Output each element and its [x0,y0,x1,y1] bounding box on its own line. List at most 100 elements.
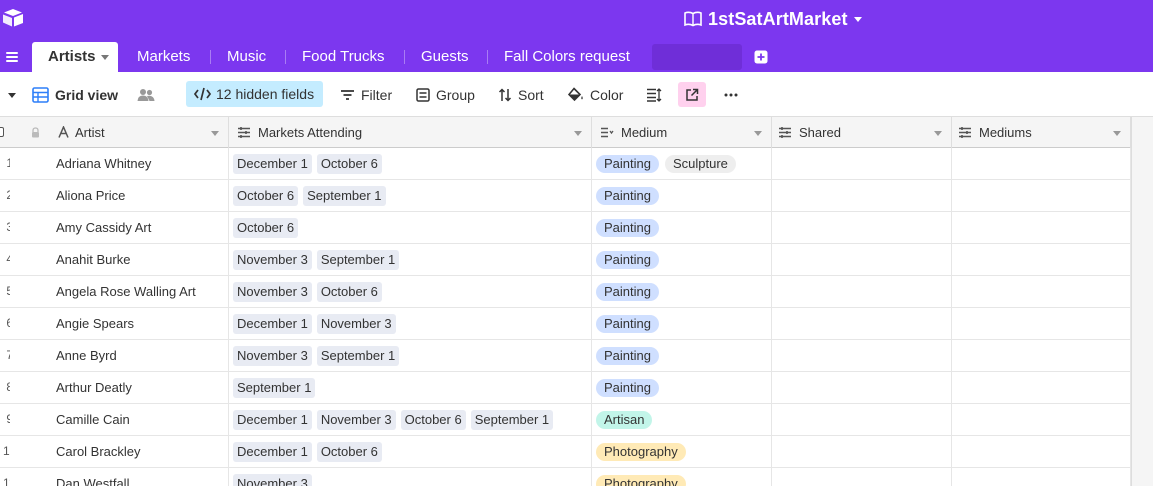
artist-cell[interactable]: Camille Cain [0,404,229,435]
color-button[interactable]: Color [568,72,623,117]
share-view-button[interactable] [678,82,706,107]
linked-record-chip[interactable]: November 3 [316,313,396,334]
shared-cell[interactable] [772,404,952,435]
linked-record-chip[interactable]: December 1 [233,153,312,174]
add-table-icon[interactable] [754,50,768,64]
artist-cell[interactable]: Carol Brackley [0,436,229,467]
medium-cell[interactable]: Painting [592,212,772,243]
artist-cell[interactable]: Anne Byrd [0,340,229,371]
table-row[interactable]: 8 Arthur Deatly September 1 Painting [0,372,1131,404]
mediums-cell[interactable] [952,372,1131,403]
chevron-down-icon[interactable] [934,131,942,136]
table-row[interactable]: 7 Anne Byrd November 3 September 1 Painting [0,340,1131,372]
linked-record-chip[interactable]: October 6 [316,153,382,174]
shared-cell[interactable] [772,436,952,467]
shared-cell[interactable] [772,340,952,371]
table-row[interactable]: 3 Amy Cassidy Art October 6 Painting [0,212,1131,244]
chevron-down-icon[interactable] [1113,131,1121,136]
table-row[interactable]: 2 Aliona Price October 6 September 1 Paintin… [0,180,1131,212]
airtable-logo-icon[interactable] [2,8,24,28]
mediums-cell[interactable] [952,212,1131,243]
table-row[interactable]: 11Dan WestfallNovember 3Photography [0,468,1131,486]
markets-attending-cell[interactable]: December 1 October 6 [229,436,592,467]
sort-button[interactable]: Sort [498,72,544,117]
tab-music[interactable]: Music [227,42,266,72]
mediums-cell[interactable] [952,276,1131,307]
medium-cell[interactable]: Painting [592,276,772,307]
table-row[interactable]: 10Carol BrackleyDecember 1October 6Photo… [0,436,1131,468]
column-header-artist[interactable]: Artist [0,117,229,148]
linked-record-chip[interactable]: October 6 [316,441,382,462]
mediums-cell[interactable] [952,340,1131,371]
medium-cell[interactable]: Painting [592,180,772,211]
linked-record-chip[interactable]: December 1 [233,313,312,334]
mediums-cell[interactable] [952,180,1131,211]
tab-untitled[interactable] [652,44,742,70]
linked-record-chip[interactable]: October 6 [233,217,299,238]
markets-attending-cell[interactable]: October 6 [229,212,592,243]
artist-cell[interactable]: Angie Spears [0,308,229,339]
artist-cell[interactable]: Amy Cassidy Art [0,212,229,243]
medium-cell[interactable]: Photography [592,436,772,467]
mediums-cell[interactable] [952,244,1131,275]
artist-cell[interactable]: Arthur Deatly [0,372,229,403]
table-row[interactable]: 5 Angela Rose Walling Art November 3 Octobe… [0,276,1131,308]
linked-record-chip[interactable]: September 1 [470,409,554,430]
shared-cell[interactable] [772,148,952,179]
artist-cell[interactable]: Angela Rose Walling Art [0,276,229,307]
mediums-cell[interactable] [952,436,1131,467]
linked-record-chip[interactable]: October 6 [233,185,299,206]
tab-guests[interactable]: Guests [421,42,469,72]
mediums-cell[interactable] [952,404,1131,435]
tab-markets[interactable]: Markets [137,42,190,72]
table-row[interactable]: 4 Anahit Burke November 3 September 1 Painti… [0,244,1131,276]
tab-food-trucks[interactable]: Food Trucks [302,42,385,72]
shared-cell[interactable] [772,244,952,275]
mediums-cell[interactable] [952,468,1131,486]
medium-cell[interactable]: Photography [592,468,772,486]
hidden-fields-button[interactable]: 12 hidden fields [186,81,323,107]
markets-attending-cell[interactable]: November 3 October 6 [229,276,592,307]
more-options-button[interactable] [724,72,744,117]
shared-cell[interactable] [772,308,952,339]
linked-record-chip[interactable]: November 3 [233,345,312,366]
shared-cell[interactable] [772,180,952,211]
linked-record-chip[interactable]: November 3 [233,473,312,486]
linked-record-chip[interactable]: November 3 [316,409,396,430]
chevron-down-icon[interactable] [754,131,762,136]
medium-cell[interactable]: Painting [592,308,772,339]
table-row[interactable]: 9 Camille Cain December 1 November 3 October… [0,404,1131,436]
linked-record-chip[interactable]: November 3 [233,249,312,270]
markets-attending-cell[interactable]: December 1 November 3 [229,308,592,339]
tab-fall-colors-request[interactable]: Fall Colors request [504,42,630,72]
column-header-shared[interactable]: Shared [772,117,952,148]
markets-attending-cell[interactable]: November 3 September 1 [229,244,592,275]
view-switcher[interactable]: Grid view [32,72,118,117]
artist-cell[interactable]: Dan Westfall [0,468,229,486]
markets-attending-cell[interactable]: December 1 October 6 [229,148,592,179]
views-toggle[interactable] [7,72,23,117]
linked-record-chip[interactable]: December 1 [233,441,312,462]
medium-cell[interactable]: Painting Sculpture [592,148,772,179]
table-row[interactable]: 6 Angie Spears December 1 November 3 Paintin… [0,308,1131,340]
column-header-mediums[interactable]: Mediums [952,117,1131,148]
medium-cell[interactable]: Painting [592,244,772,275]
linked-record-chip[interactable]: September 1 [316,345,400,366]
hamburger-menu-icon[interactable] [6,52,18,62]
linked-record-chip[interactable]: December 1 [233,409,312,430]
chevron-down-icon[interactable] [101,55,109,60]
mediums-cell[interactable] [952,308,1131,339]
linked-record-chip[interactable]: October 6 [316,281,382,302]
artist-cell[interactable]: Aliona Price [0,180,229,211]
row-height-button[interactable] [646,72,668,117]
linked-record-chip[interactable]: September 1 [233,377,316,398]
medium-cell[interactable]: Artisan [592,404,772,435]
markets-attending-cell[interactable]: November 3 [229,468,592,486]
artist-cell[interactable]: Adriana Whitney [0,148,229,179]
column-header-medium[interactable]: Medium [592,117,772,148]
group-button[interactable]: Group [416,72,475,117]
medium-cell[interactable]: Painting [592,340,772,371]
markets-attending-cell[interactable]: November 3 September 1 [229,340,592,371]
collaborators-button[interactable] [137,72,161,117]
markets-attending-cell[interactable]: December 1 November 3 October 6 September 1 [229,404,592,435]
